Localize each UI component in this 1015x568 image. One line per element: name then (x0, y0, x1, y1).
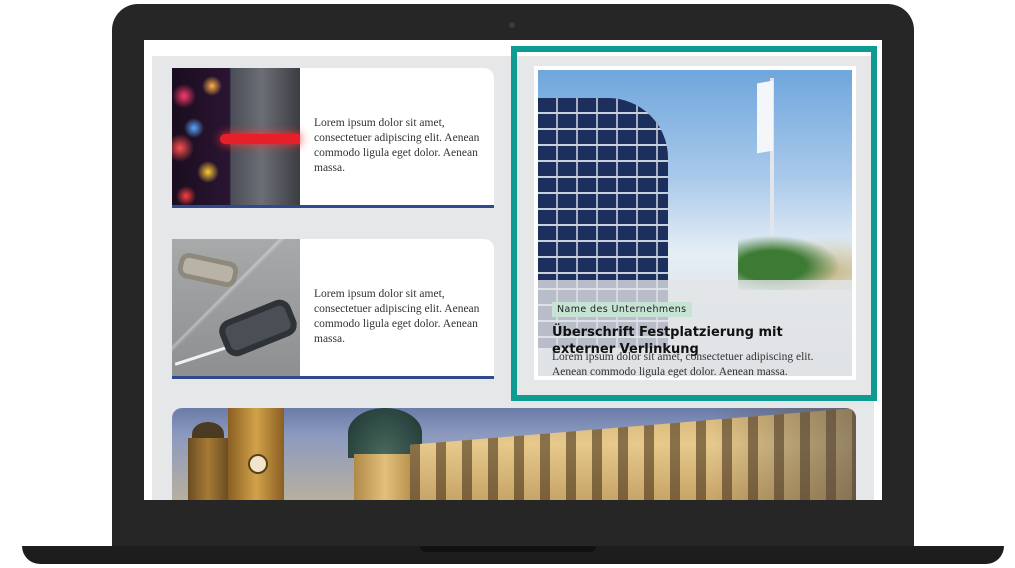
motion-blur (712, 408, 856, 500)
featured-card[interactable]: Name des Unternehmens Überschrift Festpl… (534, 66, 856, 380)
banner-image-munich[interactable] (172, 408, 856, 500)
camera-icon (509, 22, 515, 28)
cars-parking-image (172, 239, 301, 376)
tail-light (220, 134, 300, 144)
laptop-hinge (420, 546, 596, 552)
teaser-card-2[interactable]: Lorem ipsum dolor sit amet, consectetuer… (172, 239, 494, 379)
teaser-card-1[interactable]: Lorem ipsum dolor sit amet, consectetuer… (172, 68, 494, 208)
teaser-card-text: Lorem ipsum dolor sit amet, consectetuer… (314, 117, 480, 174)
laptop-screen: Lorem ipsum dolor sit amet, consectetuer… (144, 40, 882, 500)
car-rear-image (172, 68, 300, 205)
clock-icon (248, 454, 268, 474)
dome-drum (354, 454, 416, 500)
featured-text: Lorem ipsum dolor sit amet, consectetuer… (552, 351, 814, 378)
car-shape (215, 296, 301, 360)
company-badge: Name des Unternehmens (552, 302, 692, 317)
car-shape (175, 251, 241, 289)
flag (757, 80, 773, 154)
church-tower-left (188, 438, 228, 500)
teaser-card-text: Lorem ipsum dolor sit amet, consectetuer… (314, 288, 480, 345)
